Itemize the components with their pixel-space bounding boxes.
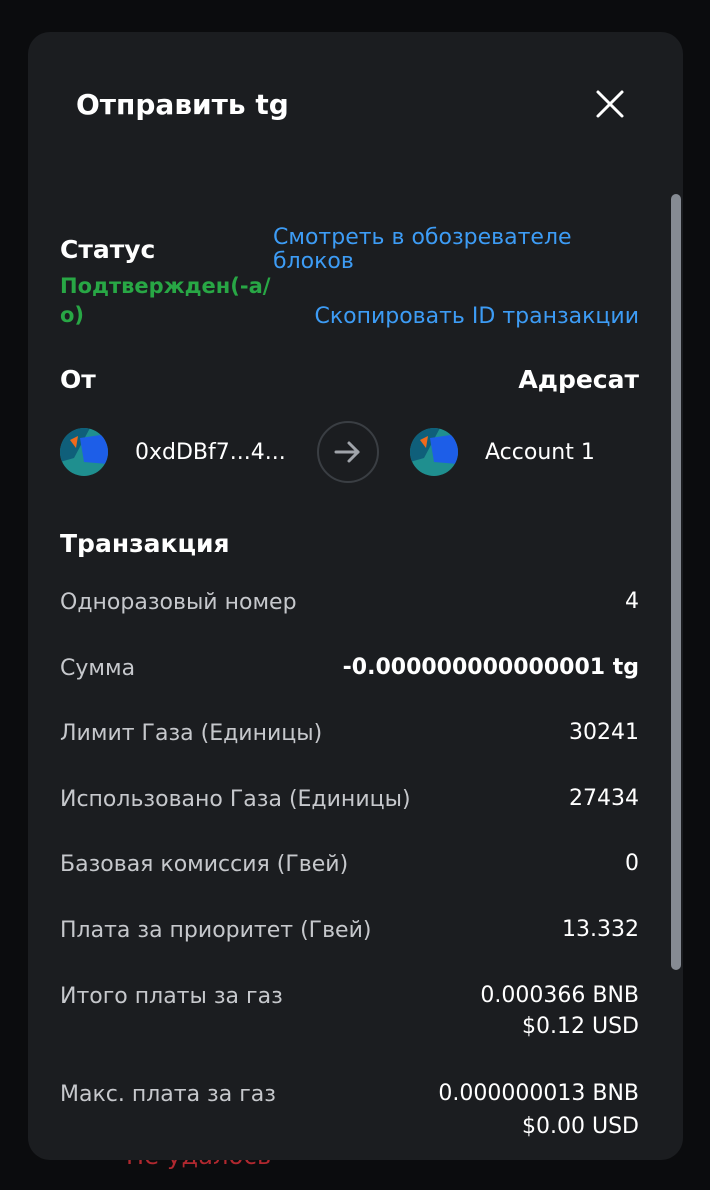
direction-indicator [317,421,379,483]
gas-limit-label: Лимит Газа (Единицы) [60,721,323,746]
base-fee-label: Базовая комиссия (Гвей) [60,852,349,877]
nonce-label: Одноразовый номер [60,590,297,615]
total-gas-fee-native: 0.000366 BNB [480,983,639,1008]
from-label: От [60,365,96,394]
total-gas-fee-label: Итого платы за газ [60,984,283,1009]
transaction-section-title: Транзакция [60,529,230,558]
status-value: Подтвержден(-а/о) [60,274,271,327]
max-gas-fee-usd: $0.00 USD [522,1114,639,1139]
gas-used-label: Использовано Газа (Единицы) [60,787,411,812]
status-label: Статус [60,235,156,264]
scrollbar-thumb[interactable] [671,194,681,970]
from-avatar-icon [60,428,108,476]
priority-fee-label: Плата за приоритет (Гвей) [60,918,372,943]
transaction-details-modal: Отправить tg Статус Подтвержден(-а/о) См… [28,32,683,1160]
priority-fee-value: 13.332 [562,917,639,942]
nonce-value: 4 [625,589,639,614]
to-label: Адресат [518,365,639,394]
view-in-explorer-link[interactable]: Смотреть в обозревателе блоков [273,226,603,274]
to-account-name[interactable]: Account 1 [485,440,595,465]
gas-limit-value: 30241 [569,720,639,745]
max-gas-fee-label: Макс. плата за газ [60,1082,276,1107]
close-icon [596,90,624,118]
max-gas-fee-native: 0.000000013 BNB [438,1081,639,1106]
to-avatar-icon [410,428,458,476]
copy-transaction-id-link[interactable]: Скопировать ID транзакции [314,304,639,329]
amount-value: -0.000000000000001 tg [342,655,639,680]
base-fee-value: 0 [625,851,639,876]
close-button[interactable] [590,84,630,124]
from-address[interactable]: 0xdDBf7...4... [135,440,286,465]
gas-used-value: 27434 [569,786,639,811]
total-gas-fee-usd: $0.12 USD [522,1014,639,1039]
modal-title: Отправить tg [76,88,289,121]
arrow-right-icon [334,441,360,463]
